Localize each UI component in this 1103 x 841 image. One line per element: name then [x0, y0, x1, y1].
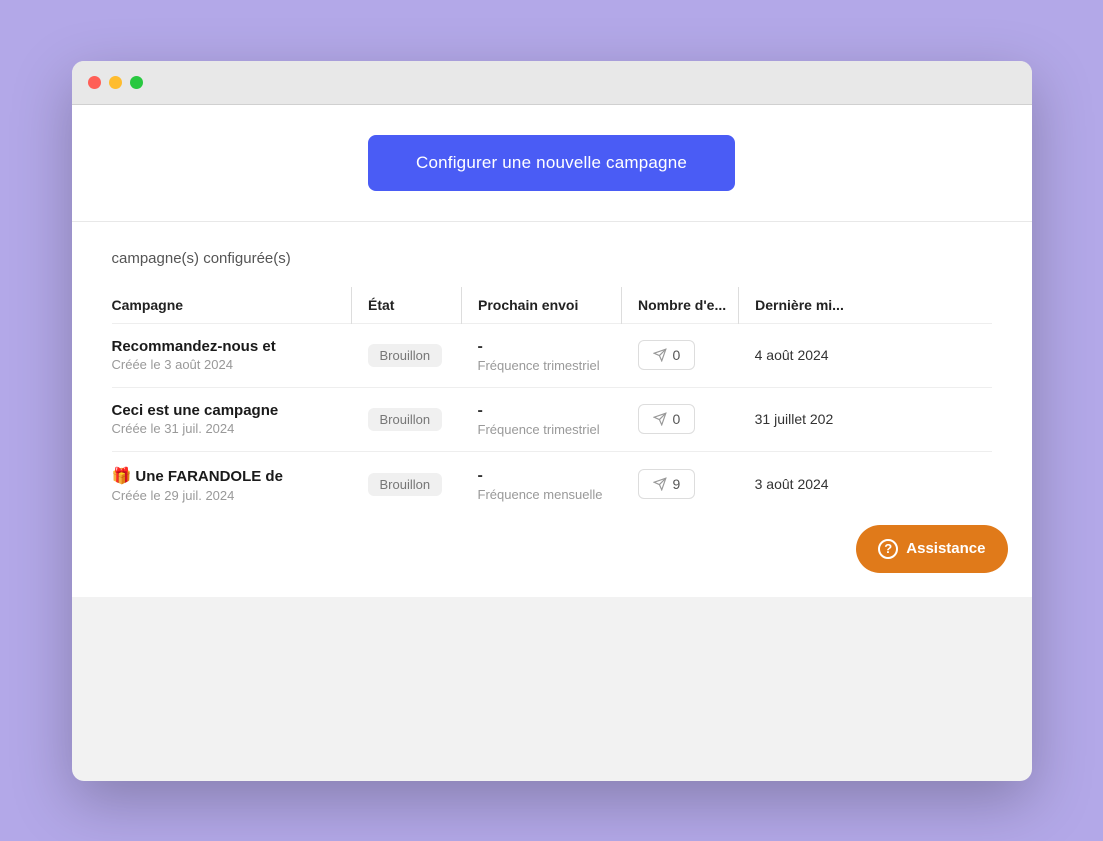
col-header-prochain: Prochain envoi	[462, 287, 622, 324]
campaign-created: Créée le 3 août 2024	[112, 357, 340, 372]
derniere-mise: 31 juillet 202	[755, 411, 834, 427]
col-header-nombre: Nombre d'e...	[622, 287, 739, 324]
frequence: Fréquence trimestriel	[478, 422, 610, 437]
table-row[interactable]: Ceci est une campagne Créée le 31 juil. …	[112, 387, 992, 451]
col-header-etat: État	[352, 287, 462, 324]
send-icon	[653, 348, 667, 362]
assistance-icon: ?	[878, 539, 898, 559]
assistance-label: Assistance	[906, 540, 985, 557]
campaign-name: 🎁Une FARANDOLE de	[112, 466, 332, 486]
configure-campaign-button[interactable]: Configurer une nouvelle campagne	[368, 135, 735, 191]
table-row[interactable]: 🎁Une FARANDOLE de Créée le 29 juil. 2024…	[112, 451, 992, 517]
col-header-derniere: Dernière mi...	[739, 287, 992, 324]
frequence: Fréquence mensuelle	[478, 487, 610, 502]
header-section: Configurer une nouvelle campagne	[72, 105, 1032, 222]
send-count-value: 0	[673, 347, 681, 363]
maximize-button[interactable]	[130, 76, 143, 89]
table-header-row: Campagne État Prochain envoi Nombre d'e.…	[112, 287, 992, 324]
close-button[interactable]	[88, 76, 101, 89]
derniere-mise: 3 août 2024	[755, 476, 829, 492]
prochain-dash: -	[478, 402, 610, 420]
campaign-name: Recommandez-nous et	[112, 338, 332, 355]
status-badge: Brouillon	[368, 408, 443, 431]
campaign-name: Ceci est une campagne	[112, 402, 332, 419]
send-count-value: 9	[673, 476, 681, 492]
minimize-button[interactable]	[109, 76, 122, 89]
status-badge: Brouillon	[368, 344, 443, 367]
status-badge: Brouillon	[368, 473, 443, 496]
prochain-dash: -	[478, 467, 610, 485]
send-icon	[653, 477, 667, 491]
send-count-button[interactable]: 0	[638, 340, 696, 370]
campaign-emoji: 🎁	[112, 468, 132, 485]
traffic-lights	[88, 76, 143, 89]
assistance-button[interactable]: ? Assistance	[856, 525, 1007, 573]
derniere-mise: 4 août 2024	[755, 347, 829, 363]
frequence: Fréquence trimestriel	[478, 358, 610, 373]
campaigns-count: campagne(s) configurée(s)	[112, 250, 992, 267]
send-icon	[653, 412, 667, 426]
app-window: Configurer une nouvelle campagne campagn…	[72, 61, 1032, 781]
col-header-campagne: Campagne	[112, 287, 352, 324]
campaigns-count-suffix: campagne(s) configurée(s)	[112, 250, 291, 267]
titlebar	[72, 61, 1032, 105]
table-row[interactable]: Recommandez-nous et Créée le 3 août 2024…	[112, 323, 992, 387]
campaign-created: Créée le 29 juil. 2024	[112, 488, 340, 503]
send-count-button[interactable]: 9	[638, 469, 696, 499]
prochain-dash: -	[478, 338, 610, 356]
campaigns-table: Campagne État Prochain envoi Nombre d'e.…	[112, 287, 992, 517]
campaign-created: Créée le 31 juil. 2024	[112, 421, 340, 436]
send-count-value: 0	[673, 411, 681, 427]
main-content: Configurer une nouvelle campagne campagn…	[72, 105, 1032, 597]
send-count-button[interactable]: 0	[638, 404, 696, 434]
